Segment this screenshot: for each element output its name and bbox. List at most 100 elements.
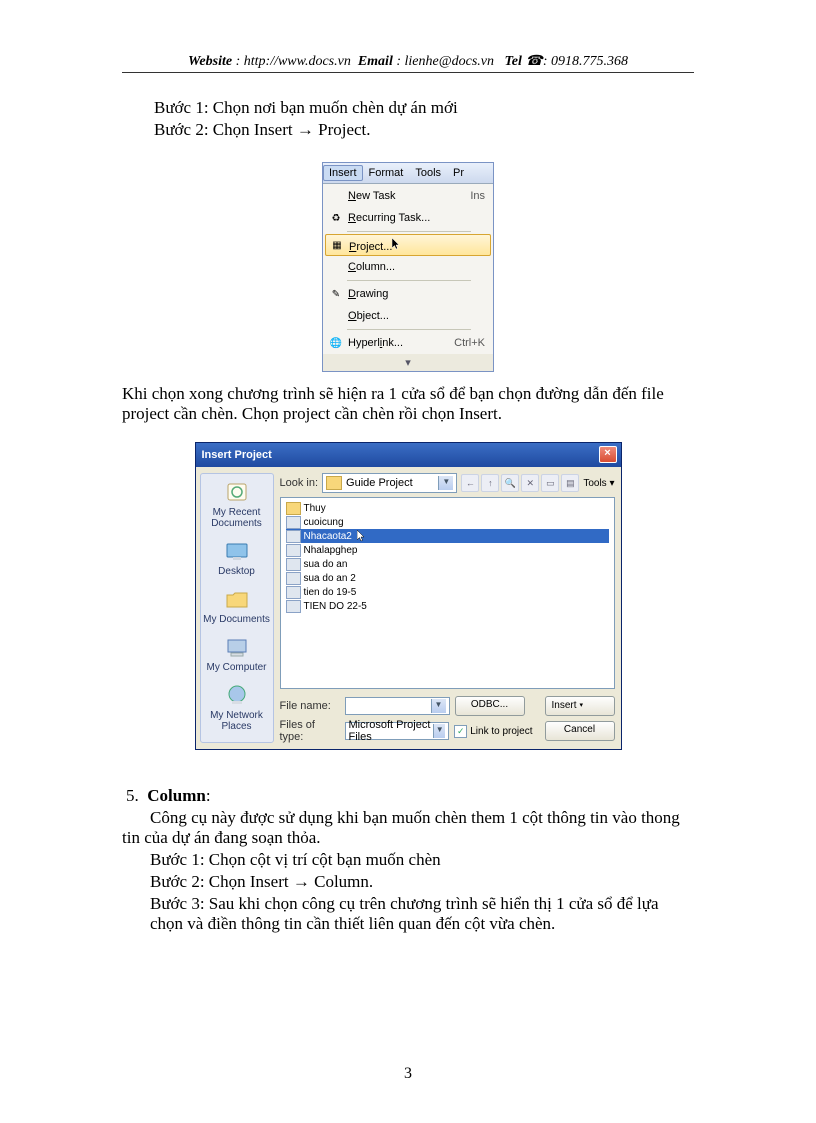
tools-dropdown[interactable]: Tools ▾ [583, 478, 614, 489]
cursor-icon [392, 238, 402, 250]
newfolder-button[interactable]: ▭ [541, 474, 559, 492]
folder-icon [222, 587, 252, 613]
menu-format[interactable]: Format [363, 165, 410, 181]
menu-label: Drawing [348, 288, 489, 300]
file-name: TIEN DO 22-5 [304, 601, 367, 612]
menu-item-project[interactable]: ▦ Project... [325, 234, 491, 256]
chevron-down-icon: ▼ [433, 724, 445, 738]
tel-label: Tel [504, 54, 521, 69]
page-content: Bước 1: Chọn nơi bạn muốn chèn dự án mới… [122, 98, 694, 934]
back-button[interactable]: ← [461, 474, 479, 492]
place-label: My Computer [206, 662, 266, 673]
file-item[interactable]: TIEN DO 22-5 [286, 599, 609, 613]
file-item[interactable]: Thuy [286, 501, 609, 515]
search-button[interactable]: 🔍 [501, 474, 519, 492]
recent-icon [222, 480, 252, 506]
menu-insert[interactable]: Insert [323, 165, 363, 181]
place-network[interactable]: My Network Places [203, 681, 271, 738]
project-file-icon [286, 516, 301, 529]
menu-separator [347, 329, 471, 330]
delete-button[interactable]: ✕ [521, 474, 539, 492]
arrow-icon: → [297, 120, 314, 139]
menu-item-hyperlink[interactable]: 🌐 Hyperlink... Ctrl+K [323, 332, 493, 354]
menu-expand[interactable]: ▾ [323, 354, 493, 371]
close-button[interactable]: × [599, 446, 617, 463]
menu-separator [347, 280, 471, 281]
website-label: Website [188, 54, 232, 69]
phone-icon: ☎ [525, 52, 542, 68]
insert-button[interactable]: Insert▾ [545, 696, 615, 716]
sep: : [393, 54, 405, 69]
step-1: Bước 1: Chọn nơi bạn muốn chèn dự án mới [154, 98, 694, 118]
website-value: http://www.docs.vn [244, 54, 351, 69]
cancel-button[interactable]: Cancel [545, 721, 615, 741]
file-item[interactable]: sua do an [286, 557, 609, 571]
menu-item-column[interactable]: Column... [323, 256, 493, 278]
section-number: 5. [126, 786, 139, 805]
file-item-selected[interactable]: Nhacaota2 [286, 529, 609, 543]
email-label: Email [358, 54, 393, 69]
file-item[interactable]: sua do an 2 [286, 571, 609, 585]
menu-label: Object... [348, 310, 489, 322]
insert-menu: Insert Format Tools Pr NNew Taskew Task … [322, 162, 494, 372]
file-item[interactable]: Nhalapghep [286, 543, 609, 557]
sep: : [543, 54, 551, 69]
filetype-row: Files of type: Microsoft Project Files▼ … [280, 719, 615, 743]
project-file-icon [286, 558, 301, 571]
file-name: Nhacaota2 [304, 531, 352, 542]
file-item[interactable]: tien do 19-5 [286, 585, 609, 599]
folder-icon [286, 502, 301, 515]
project-file-icon [286, 544, 301, 557]
place-label: Desktop [218, 566, 255, 577]
place-mycomp[interactable]: My Computer [203, 633, 271, 679]
up-button[interactable]: ↑ [481, 474, 499, 492]
colon: : [206, 786, 211, 805]
menu-item-new-task[interactable]: NNew Taskew Task Ins [323, 185, 493, 207]
menu-pr[interactable]: Pr [447, 165, 470, 181]
place-desktop[interactable]: Desktop [203, 537, 271, 583]
lookin-label: Look in: [280, 477, 319, 489]
file-list[interactable]: Thuy cuoicung Nhacaota2 Nhalapghep sua d… [280, 497, 615, 689]
menu-body: NNew Taskew Task Ins ♻ Recurring Task...… [323, 184, 493, 371]
place-mydocs[interactable]: My Documents [203, 585, 271, 631]
network-icon [222, 683, 252, 709]
menu-tools[interactable]: Tools [409, 165, 447, 181]
places-bar: My Recent Documents Desktop My Documents… [200, 473, 274, 743]
step-2: Bước 2: Chọn Insert → Project. [154, 120, 694, 140]
link-checkbox[interactable]: ✓ Link to project [454, 725, 532, 738]
section-5-step-1: Bước 1: Chọn cột vị trí cột bạn muốn chè… [150, 850, 694, 870]
menu-item-recurring[interactable]: ♻ Recurring Task... [323, 207, 493, 229]
filename-input[interactable]: ▼ [345, 697, 450, 715]
step-pre: Bước 2: Chọn Insert [150, 872, 293, 891]
blank-icon [326, 188, 346, 204]
menu-item-object[interactable]: Object... [323, 305, 493, 327]
section-5-step-3: Bước 3: Sau khi chọn công cụ trên chương… [150, 894, 694, 934]
shortcut: Ctrl+K [454, 337, 489, 349]
menu-item-drawing[interactable]: ✎ Drawing [323, 283, 493, 305]
insert-project-dialog: Insert Project × My Recent Documents Des… [195, 442, 622, 750]
file-name: Nhalapghep [304, 545, 358, 556]
blank-icon [326, 259, 346, 275]
odbc-button[interactable]: ODBC... [455, 696, 525, 716]
dialog-titlebar: Insert Project × [196, 443, 621, 467]
file-item[interactable]: cuoicung [286, 515, 609, 529]
file-name: Thuy [304, 503, 326, 514]
arrow-icon: → [293, 872, 310, 891]
views-button[interactable]: ▤ [561, 474, 579, 492]
header-rule [122, 72, 694, 73]
paragraph-1: Khi chọn xong chương trình sẽ hiện ra 1 … [122, 384, 694, 424]
place-label: My Documents [203, 614, 270, 625]
menu-label: Recurring Task... [348, 212, 489, 224]
folder-icon [326, 476, 342, 490]
computer-icon [222, 635, 252, 661]
page-number: 3 [0, 1065, 816, 1083]
blank-icon [326, 308, 346, 324]
lookin-combo[interactable]: Guide Project ▼ [322, 473, 457, 493]
step-2-pre: Bước 2: Chọn Insert [154, 120, 297, 139]
dialog-bottom: File name: ▼ ODBC... Insert▾ Files of ty… [280, 693, 615, 743]
project-icon: ▦ [327, 237, 347, 253]
page-header: Website : http://www.docs.vn Email : lie… [122, 52, 694, 70]
place-recent[interactable]: My Recent Documents [203, 478, 271, 535]
section-title: Column [147, 786, 206, 805]
filetype-combo[interactable]: Microsoft Project Files▼ [345, 722, 450, 740]
